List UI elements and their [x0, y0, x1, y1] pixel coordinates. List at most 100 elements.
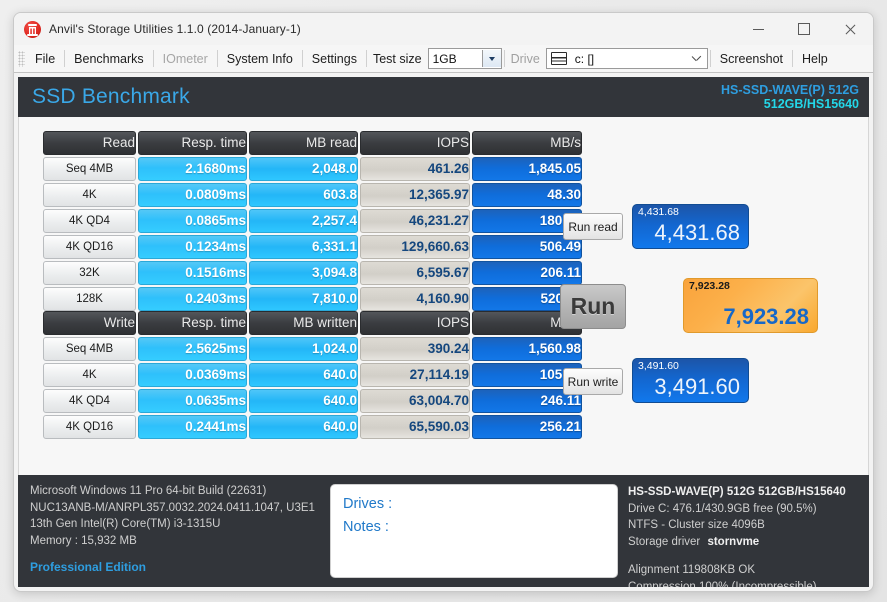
read-results-table: Read Resp. time MB read IOPS MB/s Seq 4MB 2.16…	[41, 129, 584, 313]
menu-separator	[792, 50, 794, 67]
read-response-time: 0.0809ms	[138, 183, 247, 207]
window-controls	[735, 13, 873, 45]
read-iops: 12,365.97	[360, 183, 470, 207]
write-iops: 27,114.19	[360, 363, 470, 387]
write-response-time: 0.0369ms	[138, 363, 247, 387]
write-row-label[interactable]: 4K QD16	[43, 415, 136, 439]
read-response-time: 0.0865ms	[138, 209, 247, 233]
page-title: SSD Benchmark	[32, 85, 190, 108]
read-row-label[interactable]: 4K	[43, 183, 136, 207]
run-write-button[interactable]: Run write	[563, 368, 623, 395]
test-size-dropdown-button[interactable]	[481, 50, 501, 67]
write-results-table: WriteResp. timeMB writtenIOPSMB/sSeq 4MB…	[41, 309, 584, 441]
drive-select[interactable]: c: []	[545, 48, 708, 69]
maximize-button[interactable]	[781, 13, 827, 45]
menu-separator	[152, 50, 154, 67]
table-row: 4K 0.0809ms 603.8 12,365.97 48.30	[43, 183, 582, 207]
read-row-label[interactable]: Seq 4MB	[43, 157, 136, 181]
write-score-box: 3,491.60 3,491.60	[632, 358, 749, 403]
read-column-header: Read	[43, 131, 136, 155]
drive-info-block: HS-SSD-WAVE(P) 512G 512GB/HS15640 Drive …	[618, 475, 869, 587]
write-column-header: IOPS	[360, 311, 470, 335]
write-response-time: 0.2441ms	[138, 415, 247, 439]
write-header-row: WriteResp. timeMB writtenIOPSMB/s	[43, 311, 582, 335]
window-title: Anvil's Storage Utilities 1.1.0 (2014-Ja…	[49, 22, 301, 36]
menu-screenshot[interactable]: Screenshot	[713, 49, 790, 69]
write-column-header: Write	[43, 311, 136, 335]
os-version: Microsoft Windows 11 Pro 64-bit Build (2…	[30, 485, 267, 497]
read-row-label[interactable]: 32K	[43, 261, 136, 285]
motherboard-info: NUC13ANB-M/ANRPL357.0032.2024.0411.1047,…	[30, 501, 315, 514]
cpu-info: 13th Gen Intel(R) Core(TM) i3-1315U	[30, 518, 221, 530]
main-toolbar: File Benchmarks IOmeter System Info Sett…	[14, 45, 873, 73]
menu-separator	[365, 50, 367, 67]
read-row-label[interactable]: 4K QD4	[43, 209, 136, 233]
drive-alignment: Alignment 119808KB OK	[628, 564, 756, 576]
read-megabytes: 2,257.4	[249, 209, 358, 233]
run-button[interactable]: Run	[560, 284, 626, 329]
read-score-value: 4,431.68	[654, 220, 740, 245]
read-iops: 6,595.67	[360, 261, 470, 285]
read-response-time: 0.2403ms	[138, 287, 247, 311]
table-row: 32K 0.1516ms 3,094.8 6,595.67 206.11	[43, 261, 582, 285]
close-button[interactable]	[827, 13, 873, 45]
read-row-label[interactable]: 4K QD16	[43, 235, 136, 259]
write-row-label[interactable]: Seq 4MB	[43, 337, 136, 361]
write-column-header: MB written	[249, 311, 358, 335]
menu-separator	[301, 50, 303, 67]
drive-driver-value: stornvme	[707, 535, 760, 548]
drive-driver-label: Storage driver	[628, 535, 701, 548]
read-column-header: MB/s	[472, 131, 582, 155]
chevron-down-icon	[693, 55, 700, 62]
menu-help[interactable]: Help	[795, 49, 835, 69]
minimize-button[interactable]	[735, 13, 781, 45]
notes-panel[interactable]: Drives : Notes :	[330, 484, 618, 578]
test-size-label: Test size	[372, 51, 422, 66]
drive-capacity: Drive C: 476.1/430.9GB free (90.5%)	[628, 502, 817, 515]
anvil-icon	[24, 20, 41, 38]
run-read-button[interactable]: Run read	[563, 213, 623, 240]
header-drive-line2: 512GB/HS15640	[763, 97, 859, 111]
write-response-time: 0.0635ms	[138, 389, 247, 413]
read-header-row: Read Resp. time MB read IOPS MB/s	[43, 131, 582, 155]
total-score-box: 7,923.28 7,923.28	[683, 278, 818, 333]
read-megabytes: 6,331.1	[249, 235, 358, 259]
system-info-block: Microsoft Windows 11 Pro 64-bit Build (2…	[18, 475, 330, 587]
write-score-small: 3,491.60	[638, 360, 679, 372]
title-bar: Anvil's Storage Utilities 1.1.0 (2014-Ja…	[14, 13, 873, 45]
write-row-label[interactable]: 4K	[43, 363, 136, 387]
read-iops: 461.26	[360, 157, 470, 181]
write-megabytes: 1,024.0	[249, 337, 358, 361]
read-megabytes: 2,048.0	[249, 157, 358, 181]
read-iops: 4,160.90	[360, 287, 470, 311]
read-score-small: 4,431.68	[638, 206, 679, 218]
read-throughput-mbs: 206.11	[472, 261, 582, 285]
minimize-icon	[752, 28, 764, 30]
header-drive-line1: HS-SSD-WAVE(P) 512G	[721, 83, 859, 97]
test-size-select[interactable]: 1GB	[427, 48, 502, 69]
application-window: Anvil's Storage Utilities 1.1.0 (2014-Ja…	[13, 12, 874, 592]
write-megabytes: 640.0	[249, 363, 358, 387]
read-megabytes: 7,810.0	[249, 287, 358, 311]
menu-file[interactable]: File	[28, 49, 62, 69]
menu-system-info[interactable]: System Info	[220, 49, 300, 69]
maximize-icon	[798, 23, 810, 35]
test-size-value: 1GB	[432, 51, 457, 66]
menu-separator	[503, 50, 505, 67]
table-row: 128K0.2403ms7,810.04,160.90520.11	[43, 287, 582, 311]
read-throughput-mbs: 48.30	[472, 183, 582, 207]
drives-label: Drives :	[343, 496, 393, 512]
write-response-time: 2.5625ms	[138, 337, 247, 361]
read-response-time: 2.1680ms	[138, 157, 247, 181]
write-row-label[interactable]: 4K QD4	[43, 389, 136, 413]
menu-benchmarks[interactable]: Benchmarks	[67, 49, 150, 69]
total-score-value: 7,923.28	[723, 304, 809, 329]
menu-settings[interactable]: Settings	[305, 49, 364, 69]
table-row: 4K 0.0369ms 640.0 27,114.19 105.91	[43, 363, 582, 387]
read-row-label[interactable]: 128K	[43, 287, 136, 311]
drive-filesystem: NTFS - Cluster size 4096B	[628, 519, 765, 531]
memory-info: Memory : 15,932 MB	[30, 534, 137, 547]
toolbar-grip-icon[interactable]	[18, 50, 25, 67]
benchmark-main-area: Read Resp. time MB read IOPS MB/s Seq 4MB 2.16…	[18, 117, 869, 480]
menu-separator	[216, 50, 218, 67]
